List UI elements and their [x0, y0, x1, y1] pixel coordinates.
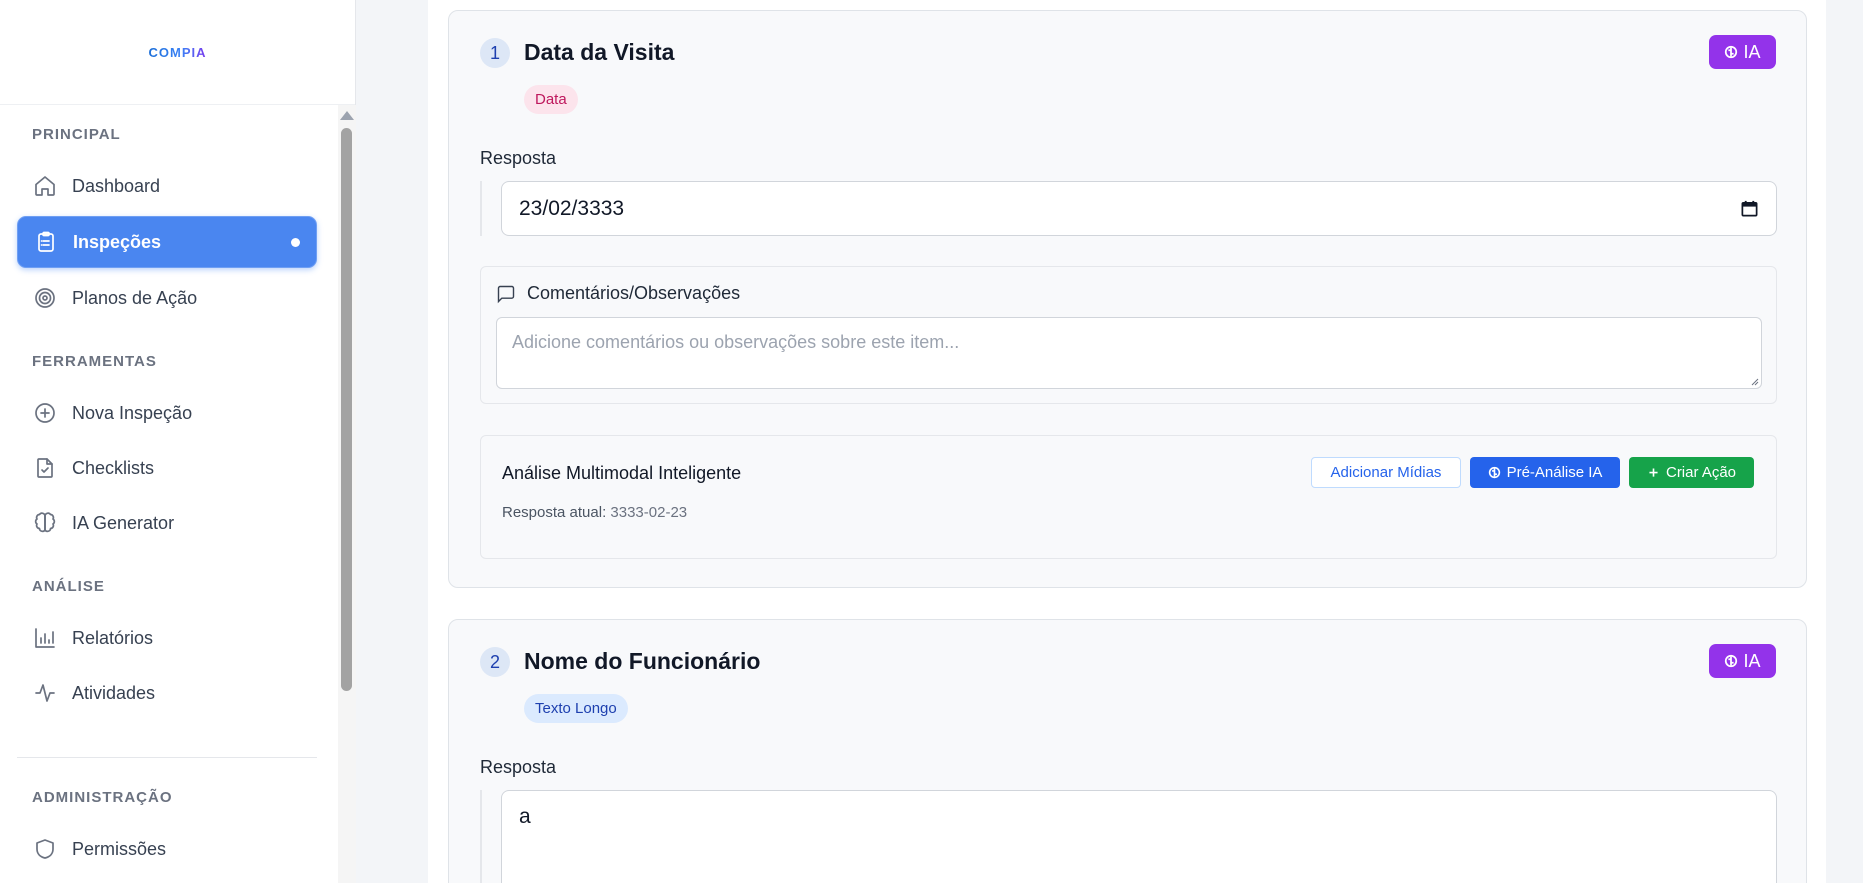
brain-icon	[1488, 466, 1500, 479]
comments-label: Comentários/Observações	[527, 283, 741, 303]
long-text-value: a	[519, 805, 531, 828]
file-check-icon	[33, 456, 57, 480]
section-title-analise: ANÁLISE	[32, 578, 105, 595]
ai-badge-label: IA	[1743, 650, 1761, 671]
sidebar-item-label: IA Generator	[72, 512, 175, 533]
brand-logo[interactable]: COMPIA	[149, 45, 207, 60]
sidebar-item-permissoes[interactable]: Permissões	[17, 823, 317, 875]
brain-icon	[33, 511, 57, 535]
scroll-up-arrow-icon[interactable]	[340, 111, 354, 120]
sidebar: COMPIA PRINCIPAL Dashboard Inspeções Pla…	[0, 0, 356, 883]
brain-icon	[1725, 45, 1738, 59]
sidebar-item-nova-inspecao[interactable]: Nova Inspeção	[17, 387, 317, 439]
analysis-title: Análise Multimodal Inteligente	[502, 463, 742, 483]
create-action-label: Criar Ação	[1665, 464, 1737, 481]
inspection-items-column: 1 Data da Visita Data IA Resposta 23/02/…	[428, 0, 1826, 883]
clipboard-icon	[34, 230, 58, 254]
sidebar-item-label: Permissões	[72, 838, 167, 859]
bar-chart-icon	[33, 626, 57, 650]
pre-analysis-label: Pré-Análise IA	[1506, 464, 1603, 481]
item-type-chip: Texto Longo	[524, 694, 628, 723]
comments-header: Comentários/Observações	[496, 283, 740, 304]
resize-handle-icon[interactable]	[1749, 376, 1759, 386]
activity-icon	[33, 681, 57, 705]
pre-analysis-button[interactable]: Pré-Análise IA	[1470, 457, 1620, 488]
sidebar-item-ia-generator[interactable]: IA Generator	[17, 497, 317, 549]
sidebar-item-inspecoes[interactable]: Inspeções	[17, 216, 317, 268]
section-title-ferramentas: FERRAMENTAS	[32, 353, 157, 370]
item-title: Nome do Funcionário	[524, 648, 761, 674]
add-media-label: Adicionar Mídias	[1330, 464, 1442, 481]
item-title: Data da Visita	[524, 39, 675, 65]
main-content: 1 Data da Visita Data IA Resposta 23/02/…	[356, 0, 1863, 883]
answer-accent-bar	[480, 790, 482, 883]
sidebar-item-label: Dashboard	[72, 175, 161, 196]
active-indicator-dot	[291, 237, 300, 247]
create-action-button[interactable]: Criar Ação	[1629, 457, 1754, 488]
section-title-administracao: ADMINISTRAÇÃO	[32, 789, 173, 806]
sidebar-item-label: Atividades	[72, 682, 156, 703]
comments-placeholder: Adicione comentários ou observações sobr…	[512, 332, 960, 352]
sidebar-scroll-thumb[interactable]	[341, 128, 352, 691]
answer-label: Resposta	[480, 148, 557, 168]
add-media-button[interactable]: Adicionar Mídias	[1311, 457, 1461, 488]
plus-icon	[1649, 468, 1658, 477]
answer-label: Resposta	[480, 757, 557, 777]
sidebar-item-atividades[interactable]: Atividades	[17, 667, 317, 719]
shield-icon	[33, 837, 57, 861]
comments-section: Comentários/Observações Adicione comentá…	[480, 266, 1777, 404]
item-number-badge: 1	[480, 38, 510, 68]
current-answer-value: 3333-02-23	[610, 504, 688, 521]
logo-area: COMPIA	[0, 0, 355, 105]
sidebar-item-planos-de-acao[interactable]: Planos de Ação	[17, 272, 317, 324]
sidebar-item-label: Planos de Ação	[72, 287, 198, 308]
sidebar-item-relatorios[interactable]: Relatórios	[17, 612, 317, 664]
home-icon	[33, 174, 57, 198]
long-text-input[interactable]: a	[501, 790, 1777, 883]
sidebar-item-label: Relatórios	[72, 627, 154, 648]
comments-textarea[interactable]: Adicione comentários ou observações sobr…	[496, 317, 1762, 389]
sidebar-item-label: Nova Inspeção	[72, 402, 193, 423]
section-title-principal: PRINCIPAL	[32, 126, 121, 143]
current-answer-prefix: Resposta atual:	[502, 504, 607, 521]
multimodal-analysis-panel: Análise Multimodal Inteligente Resposta …	[480, 435, 1777, 559]
sidebar-nav: PRINCIPAL Dashboard Inspeções Planos de …	[0, 105, 338, 883]
ai-badge[interactable]: IA	[1709, 644, 1776, 678]
message-square-icon	[497, 285, 515, 303]
sidebar-item-checklists[interactable]: Checklists	[17, 442, 317, 494]
ai-badge[interactable]: IA	[1709, 35, 1776, 69]
current-answer-line: Resposta atual: 3333-02-23	[502, 504, 687, 521]
plus-circle-icon	[33, 401, 57, 425]
answer-accent-bar	[480, 181, 482, 236]
sidebar-item-dashboard[interactable]: Dashboard	[17, 160, 317, 212]
sidebar-item-label: Checklists	[72, 457, 155, 478]
sidebar-item-label: Inspeções	[73, 231, 162, 252]
date-input[interactable]: 23/02/3333	[501, 181, 1777, 236]
inspection-item-card: 1 Data da Visita Data IA Resposta 23/02/…	[448, 10, 1807, 588]
calendar-icon[interactable]	[1740, 199, 1759, 218]
date-input-value: 23/02/3333	[519, 196, 625, 220]
target-icon	[33, 286, 57, 310]
sidebar-divider	[17, 757, 317, 758]
brain-icon	[1725, 654, 1738, 668]
item-number-badge: 2	[480, 647, 510, 677]
inspection-item-card: 2 Nome do Funcionário Texto Longo IA Res…	[448, 619, 1807, 883]
item-type-chip: Data	[524, 85, 578, 114]
ai-badge-label: IA	[1743, 41, 1761, 62]
